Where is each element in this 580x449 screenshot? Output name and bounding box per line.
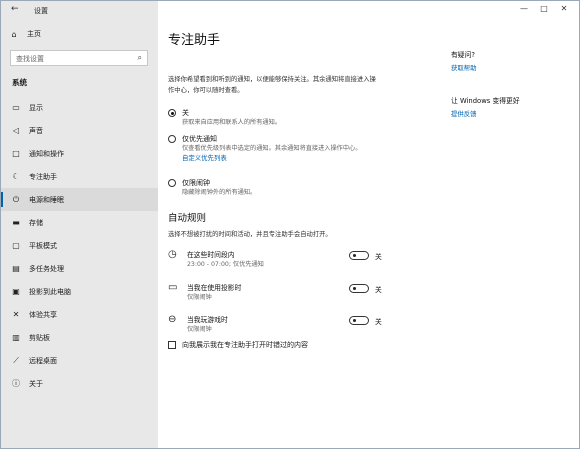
checkbox[interactable] <box>168 341 176 349</box>
auto-rules-title: 自动规则 <box>168 213 207 224</box>
sidebar-item-label: 声音 <box>29 126 43 135</box>
sidebar-item-multitask[interactable]: ▤ 多任务处理 <box>1 257 158 280</box>
toggle-state: 关 <box>375 253 382 261</box>
storage-icon: ▬ <box>12 218 20 227</box>
radio-description: 仅查看优先级列表中选定的通知。其余通知将直接进入操作中心。 <box>182 145 362 152</box>
feedback-title: 让 Windows 变得更好 <box>451 97 520 105</box>
rule-toggle[interactable] <box>349 284 369 293</box>
feedback-link[interactable]: 提供反馈 <box>451 109 561 118</box>
toggle-knob <box>353 319 356 322</box>
rule-toggle[interactable] <box>349 316 369 325</box>
sidebar-nav: ▭ 显示 ◁ 声音 □ 通知和操作 ☾ 专注助手 ⏻ 电源和睡眠 ▬ 存储 ▢ 平板模式 ▤ 多… <box>1 96 158 395</box>
sidebar-item-label: 远程桌面 <box>29 356 57 365</box>
sidebar-item-label: 剪贴板 <box>29 333 50 342</box>
clipboard-icon: ▥ <box>12 333 20 342</box>
radio-off[interactable]: 关 获取来自应用和联系人的所有通知。 <box>168 108 380 127</box>
auto-rules-description: 选择不想被打扰的时间和活动，并且专注助手会自动打开。 <box>168 231 332 238</box>
page-title: 专注助手 <box>168 33 221 48</box>
tablet-icon: ▢ <box>12 241 20 250</box>
rule-title: 当我玩游戏时 <box>187 316 228 324</box>
gamepad-icon: ⊖ <box>168 314 177 325</box>
rule-projection[interactable]: ▭ 当我在使用投影时 仅限闹钟 关 <box>168 282 382 306</box>
search-input[interactable]: 查找设置 <box>16 54 44 64</box>
content-pane: 专注助手 选择你希望看到和听到的通知，以便能够保持关注。其余通知将直接进入操作中… <box>158 1 579 448</box>
home-link[interactable]: ⌂ 主页 <box>9 29 41 39</box>
sidebar-item-label: 关于 <box>29 379 43 388</box>
rule-subtitle: 仅限闹钟 <box>187 294 212 301</box>
radio-label: 仅优先通知 <box>182 135 217 143</box>
radio-button[interactable] <box>168 179 176 187</box>
toggle-state: 关 <box>375 318 382 326</box>
sidebar-item-label: 投影到此电脑 <box>29 287 71 296</box>
toggle-knob <box>353 254 356 257</box>
home-label: 主页 <box>27 30 41 38</box>
radio-button[interactable] <box>168 135 176 143</box>
radio-priority-only[interactable]: 仅优先通知 仅查看优先级列表中选定的通知。其余通知将直接进入操作中心。 自定义优… <box>168 134 380 162</box>
multitask-icon: ▤ <box>12 264 20 273</box>
sidebar-item-label: 平板模式 <box>29 241 57 250</box>
sidebar-item-label: 多任务处理 <box>29 264 64 273</box>
display-icon: ▭ <box>168 282 178 293</box>
radio-description: 隐藏除闹钟外的所有通知。 <box>182 189 257 196</box>
clock-icon: ◷ <box>168 249 177 260</box>
search-icon[interactable]: ⌕ <box>138 53 142 63</box>
missed-content-checkbox-row[interactable]: 向我展示我在专注助手打开时错过的内容 <box>168 340 308 350</box>
settings-window: ← 设置 — □ ✕ ⌂ 主页 查找设置 ⌕ 系统 ▭ 显示 ◁ 声音 □ 通知和操作… <box>0 0 580 449</box>
sidebar-item-notifications[interactable]: □ 通知和操作 <box>1 142 158 165</box>
sidebar-item-remote[interactable]: ⟋ 远程桌面 <box>1 349 158 372</box>
feedback-panel: 让 Windows 变得更好 提供反馈 <box>451 95 561 118</box>
sidebar-item-sound[interactable]: ◁ 声音 <box>1 119 158 142</box>
sidebar-item-storage[interactable]: ▬ 存储 <box>1 211 158 234</box>
rule-title: 在这些时间段内 <box>187 251 235 259</box>
sidebar-item-clipboard[interactable]: ▥ 剪贴板 <box>1 326 158 349</box>
customize-priority-link[interactable]: 自定义优先列表 <box>182 153 380 162</box>
rule-subtitle: 23:00 - 07:00; 仅优先通知 <box>187 261 264 268</box>
sidebar-item-share[interactable]: ✕ 体验共享 <box>1 303 158 326</box>
radio-button[interactable] <box>168 109 176 117</box>
sidebar-item-label: 体验共享 <box>29 310 57 319</box>
toggle-state: 关 <box>375 286 382 294</box>
page-description: 选择你希望看到和听到的通知，以便能够保持关注。其余通知将直接进入操作中心，你可以… <box>168 76 376 94</box>
rule-subtitle: 仅限闹钟 <box>187 326 212 333</box>
help-link[interactable]: 获取帮助 <box>451 63 561 72</box>
search-box[interactable]: 查找设置 ⌕ <box>10 50 148 66</box>
sidebar-item-label: 电源和睡眠 <box>29 195 64 204</box>
sidebar-item-focus[interactable]: ☾ 专注助手 <box>1 165 158 188</box>
power-icon: ⏻ <box>12 194 20 204</box>
radio-label: 仅限闹钟 <box>182 179 210 187</box>
sidebar-item-power[interactable]: ⏻ 电源和睡眠 <box>1 188 158 211</box>
radio-alarms-only[interactable]: 仅限闹钟 隐藏除闹钟外的所有通知。 <box>168 178 380 197</box>
sidebar-item-label: 显示 <box>29 103 43 112</box>
checkbox-label: 向我展示我在专注助手打开时错过的内容 <box>182 341 308 349</box>
rule-time[interactable]: ◷ 在这些时间段内 23:00 - 07:00; 仅优先通知 关 <box>168 249 382 273</box>
rule-title: 当我在使用投影时 <box>187 284 242 292</box>
rule-gaming[interactable]: ⊖ 当我玩游戏时 仅限闹钟 关 <box>168 314 382 338</box>
info-icon: ⓘ <box>12 379 20 388</box>
notification-icon: □ <box>12 149 20 158</box>
radio-description: 获取来自应用和联系人的所有通知。 <box>182 119 281 126</box>
sidebar-item-display[interactable]: ▭ 显示 <box>1 96 158 119</box>
app-title: 设置 <box>34 7 48 15</box>
sidebar-item-tablet[interactable]: ▢ 平板模式 <box>1 234 158 257</box>
rule-toggle[interactable] <box>349 251 369 260</box>
help-panel: 有疑问? 获取帮助 <box>451 49 561 72</box>
back-arrow-icon[interactable]: ← <box>11 4 19 14</box>
sidebar-item-label: 存储 <box>29 218 43 227</box>
speaker-icon: ◁ <box>12 126 20 135</box>
monitor-icon: ▭ <box>12 103 20 112</box>
radio-label: 关 <box>182 109 189 117</box>
moon-icon: ☾ <box>12 172 20 181</box>
sidebar-item-label: 专注助手 <box>29 172 57 181</box>
question-title: 有疑问? <box>451 51 475 59</box>
share-icon: ✕ <box>12 310 20 319</box>
toggle-knob <box>353 287 356 290</box>
sidebar-item-project[interactable]: ▣ 投影到此电脑 <box>1 280 158 303</box>
remote-icon: ⟋ <box>13 355 19 365</box>
project-icon: ▣ <box>12 287 20 296</box>
sidebar-item-about[interactable]: ⓘ 关于 <box>1 372 158 395</box>
sidebar-item-label: 通知和操作 <box>29 149 64 158</box>
section-title: 系统 <box>12 78 27 87</box>
home-icon: ⌂ <box>11 29 17 39</box>
